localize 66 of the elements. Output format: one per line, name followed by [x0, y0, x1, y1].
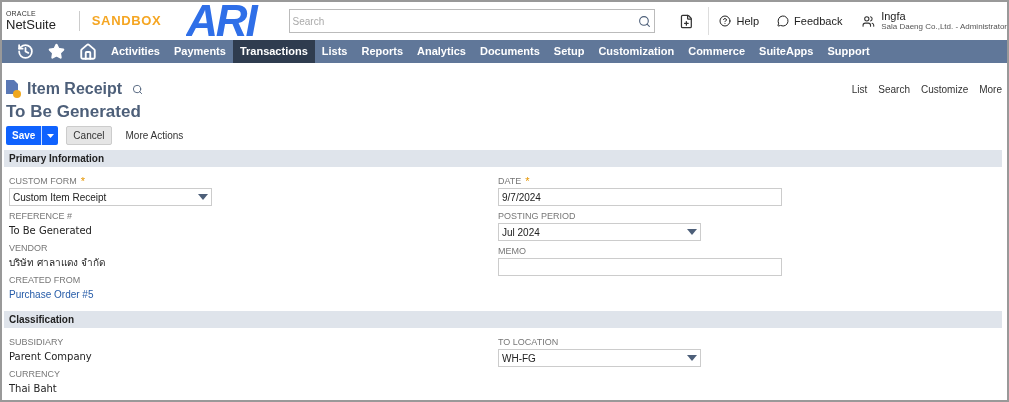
required-mark: *: [80, 175, 86, 187]
dropdown-arrow-icon: [687, 229, 697, 235]
field-value: To Be Generated: [9, 224, 92, 238]
search-icon[interactable]: [132, 83, 144, 95]
field-value: บริษัท ศาลาแดง จำกัด: [9, 256, 106, 270]
field-label: CUSTOM FORM: [9, 175, 77, 187]
link[interactable]: Purchase Order #5: [9, 287, 94, 302]
field-label: DATE: [498, 175, 522, 187]
field-label: POSTING PERIOD: [498, 210, 576, 222]
nav-tab[interactable]: Commerce: [681, 40, 753, 63]
help-icon: [719, 15, 732, 27]
nav-tab[interactable]: Activities: [104, 40, 167, 63]
field-label: VENDOR: [9, 242, 48, 254]
record-name: To Be Generated: [5, 101, 142, 123]
recent-icon[interactable]: [17, 43, 34, 60]
nav-tab[interactable]: Analytics: [410, 40, 473, 63]
user-role: Sala Daeng Co.,Ltd. - Administrator: [881, 22, 1007, 32]
nav-tab[interactable]: Reports: [354, 40, 410, 63]
user-name[interactable]: Ingfa: [881, 10, 1007, 22]
nav-tab[interactable]: Documents: [472, 40, 547, 63]
environment-label: SANDBOX: [91, 12, 163, 31]
dropdown-field[interactable]: WH-FG: [498, 349, 701, 367]
nav-tab[interactable]: Customization: [591, 40, 682, 63]
field-value: Parent Company: [9, 350, 92, 364]
section-header[interactable]: Classification: [4, 311, 1002, 328]
save-menu-button[interactable]: [41, 126, 59, 145]
dropdown-arrow-icon: [198, 194, 208, 200]
field-label: CREATED FROM: [9, 274, 81, 286]
page-link[interactable]: Search: [878, 81, 910, 97]
netsuite-wordmark: NetSuite: [6, 18, 57, 32]
nav-tab[interactable]: Support: [820, 40, 877, 63]
nav-tab[interactable]: Lists: [314, 40, 355, 63]
dropdown-arrow-icon: [687, 355, 697, 361]
chat-icon: [777, 15, 790, 27]
nav-tab[interactable]: Transactions: [232, 40, 315, 63]
required-mark: *: [525, 175, 530, 187]
page-link[interactable]: More: [979, 81, 1002, 97]
nav-tab[interactable]: Setup: [546, 40, 592, 63]
home-icon[interactable]: [79, 42, 97, 61]
nav-tab[interactable]: SuiteApps: [752, 40, 821, 63]
feedback-button[interactable]: Feedback: [777, 12, 843, 30]
field-label: SUBSIDIARY: [9, 336, 64, 348]
nav-tab[interactable]: Payments: [166, 40, 233, 63]
section-header[interactable]: Primary Information: [4, 150, 1002, 167]
caret-icon: [46, 133, 54, 138]
cancel-button[interactable]: Cancel: [66, 126, 112, 145]
users-icon[interactable]: [862, 14, 876, 28]
document-icon: [6, 80, 21, 98]
page-link[interactable]: List: [851, 81, 868, 97]
more-actions-button[interactable]: More Actions: [119, 126, 190, 145]
document-icon[interactable]: [678, 13, 694, 29]
field-label: MEMO: [498, 245, 526, 257]
search-icon: [637, 14, 651, 28]
dropdown-field[interactable]: Jul 2024: [498, 223, 701, 241]
star-icon[interactable]: [48, 43, 65, 60]
field-label: REFERENCE #: [9, 210, 72, 222]
input-field[interactable]: 9/7/2024: [498, 188, 782, 206]
field-value: Thai Baht: [9, 382, 57, 396]
help-button[interactable]: Help: [719, 12, 760, 30]
field-label: CURRENCY: [9, 368, 60, 380]
page-link[interactable]: Customize: [920, 81, 969, 97]
page-title: Item Receipt: [27, 79, 123, 99]
input-field[interactable]: [498, 258, 782, 276]
save-button[interactable]: Save: [6, 126, 42, 145]
dropdown-field[interactable]: Custom Item Receipt: [9, 188, 212, 206]
field-label: TO LOCATION: [498, 336, 559, 348]
